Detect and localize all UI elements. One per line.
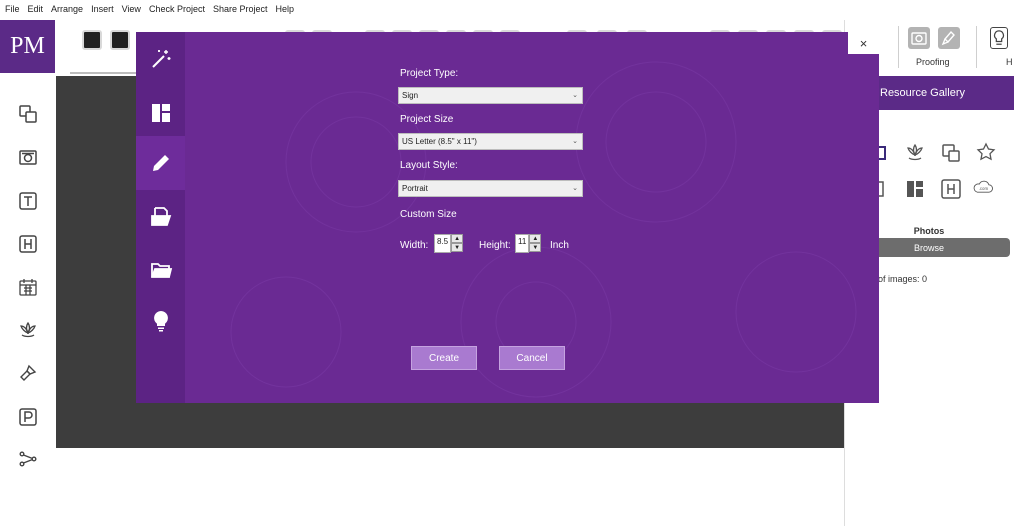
toolbar-button[interactable] [82, 30, 102, 50]
heading-h-icon[interactable] [940, 178, 962, 200]
calendar-icon[interactable] [18, 277, 38, 297]
height-decrement-button[interactable]: ▼ [529, 243, 542, 252]
toolbar-button[interactable] [110, 30, 130, 50]
toolbar-separator [898, 26, 899, 68]
layout-style-value: Portrait [402, 184, 428, 193]
image-count-text: of images: 0 [878, 274, 928, 284]
unit-label: Inch [550, 240, 569, 251]
height-increment-button[interactable]: ▲ [529, 234, 542, 243]
heading-h-icon[interactable] [18, 234, 38, 254]
project-size-value: US Letter (8.5" x 11") [402, 137, 477, 146]
menu-bar: File Edit Arrange Insert View Check Proj… [0, 0, 1014, 18]
menu-edit[interactable]: Edit [28, 4, 44, 14]
toolbar-separator [976, 26, 977, 68]
lotus-icon[interactable] [904, 142, 926, 164]
menu-help[interactable]: Help [276, 4, 295, 14]
magic-wand-icon[interactable] [136, 32, 185, 86]
lightbulb-icon[interactable] [136, 294, 185, 348]
resource-gallery-title: Resource Gallery [880, 87, 965, 99]
menu-file[interactable]: File [5, 4, 20, 14]
height-input[interactable]: 11 [515, 234, 530, 253]
copy-shapes-icon[interactable] [940, 142, 962, 164]
cancel-button[interactable]: Cancel [499, 346, 565, 370]
paintbrush-icon[interactable] [18, 363, 38, 383]
dialog-close-button[interactable]: × [848, 32, 879, 54]
menu-insert[interactable]: Insert [91, 4, 114, 14]
menu-arrange[interactable]: Arrange [51, 4, 83, 14]
cloud-com-icon[interactable]: .com [972, 176, 1002, 198]
project-type-label: Project Type: [400, 68, 459, 79]
close-icon: × [859, 35, 868, 51]
project-size-label: Project Size [400, 114, 454, 125]
copy-shapes-icon[interactable] [18, 104, 38, 124]
camera-icon[interactable] [18, 147, 38, 167]
star-badge-icon[interactable] [975, 142, 997, 164]
svg-text:.com: .com [979, 186, 989, 191]
width-stepper[interactable]: 8.5 ▲ ▼ [434, 234, 464, 253]
chevron-down-icon: ⌄ [572, 138, 578, 145]
height-stepper[interactable]: 11 ▲ ▼ [515, 234, 542, 253]
left-tool-rail [0, 73, 56, 526]
parking-p-icon[interactable] [18, 407, 38, 427]
width-increment-button[interactable]: ▲ [451, 234, 464, 243]
create-button[interactable]: Create [411, 346, 477, 370]
lightbulb-help-icon[interactable] [990, 27, 1008, 49]
width-label: Width: [400, 240, 429, 251]
open-file-icon[interactable] [136, 190, 185, 244]
folder-icon[interactable] [136, 243, 185, 297]
layout-style-label: Layout Style: [400, 160, 458, 171]
menu-check-project[interactable]: Check Project [149, 4, 205, 14]
pencil-icon[interactable] [136, 136, 185, 190]
project-size-select[interactable]: US Letter (8.5" x 11") ⌄ [398, 133, 583, 150]
width-decrement-button[interactable]: ▼ [451, 243, 464, 252]
chevron-down-icon: ⌄ [572, 92, 578, 99]
layout-icon[interactable] [136, 86, 185, 140]
menu-share-project[interactable]: Share Project [213, 4, 268, 14]
proof-camera-icon[interactable] [908, 27, 930, 49]
menu-view[interactable]: View [122, 4, 141, 14]
chevron-down-icon: ⌄ [572, 185, 578, 192]
proof-brush-icon[interactable] [938, 27, 960, 49]
width-input[interactable]: 8.5 [434, 234, 452, 253]
resource-gallery-header: Resource Gallery [878, 76, 1014, 110]
canvas-footer [56, 448, 844, 526]
lotus-icon[interactable] [18, 320, 38, 340]
project-type-value: Sign [402, 91, 419, 100]
layout-icon[interactable] [904, 178, 926, 200]
app-logo: PM [0, 20, 55, 73]
share-icon[interactable] [18, 449, 38, 469]
text-t-icon[interactable] [18, 191, 38, 211]
height-label: Height: [479, 240, 511, 251]
help-label: H [1006, 57, 1013, 67]
custom-size-label: Custom Size [400, 209, 457, 220]
layout-style-select[interactable]: Portrait ⌄ [398, 180, 583, 197]
proofing-label: Proofing [916, 57, 950, 67]
project-type-select[interactable]: Sign ⌄ [398, 87, 583, 104]
new-project-dialog: Project Type: Sign ⌄ Project Size US Let… [136, 32, 879, 403]
